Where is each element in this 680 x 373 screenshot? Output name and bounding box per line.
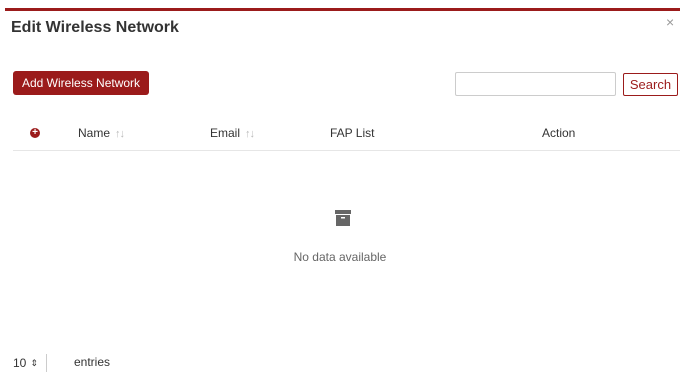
add-wireless-network-button[interactable]: Add Wireless Network bbox=[13, 71, 150, 95]
close-icon[interactable]: × bbox=[666, 14, 674, 30]
column-label: Email bbox=[210, 126, 241, 140]
page-length-value: 10 bbox=[13, 356, 27, 370]
column-header-action: Action bbox=[542, 126, 576, 140]
table-header: + Name ↑↓ Email ↑↓ FAP List Action bbox=[13, 118, 680, 151]
dialog-top-border bbox=[5, 8, 680, 11]
column-header-email[interactable]: Email ↑↓ bbox=[210, 125, 255, 142]
page-length-select[interactable]: 10 ⇕ bbox=[13, 354, 47, 372]
archive-box-icon bbox=[335, 210, 351, 226]
search-input[interactable] bbox=[455, 72, 616, 96]
column-label: Name bbox=[78, 126, 111, 140]
sort-icon[interactable]: ↑↓ bbox=[115, 128, 125, 140]
entries-label: entries bbox=[74, 355, 111, 369]
empty-state-text: No data available bbox=[293, 250, 387, 264]
plus-circle-icon[interactable]: + bbox=[30, 128, 40, 138]
sort-icon[interactable]: ↑↓ bbox=[245, 128, 255, 140]
column-header-fap-list: FAP List bbox=[330, 126, 375, 140]
search-button[interactable]: Search bbox=[623, 73, 678, 96]
dialog-title: Edit Wireless Network bbox=[11, 19, 179, 36]
column-header-name[interactable]: Name ↑↓ bbox=[78, 125, 125, 142]
select-arrows-icon: ⇕ bbox=[30, 354, 47, 372]
